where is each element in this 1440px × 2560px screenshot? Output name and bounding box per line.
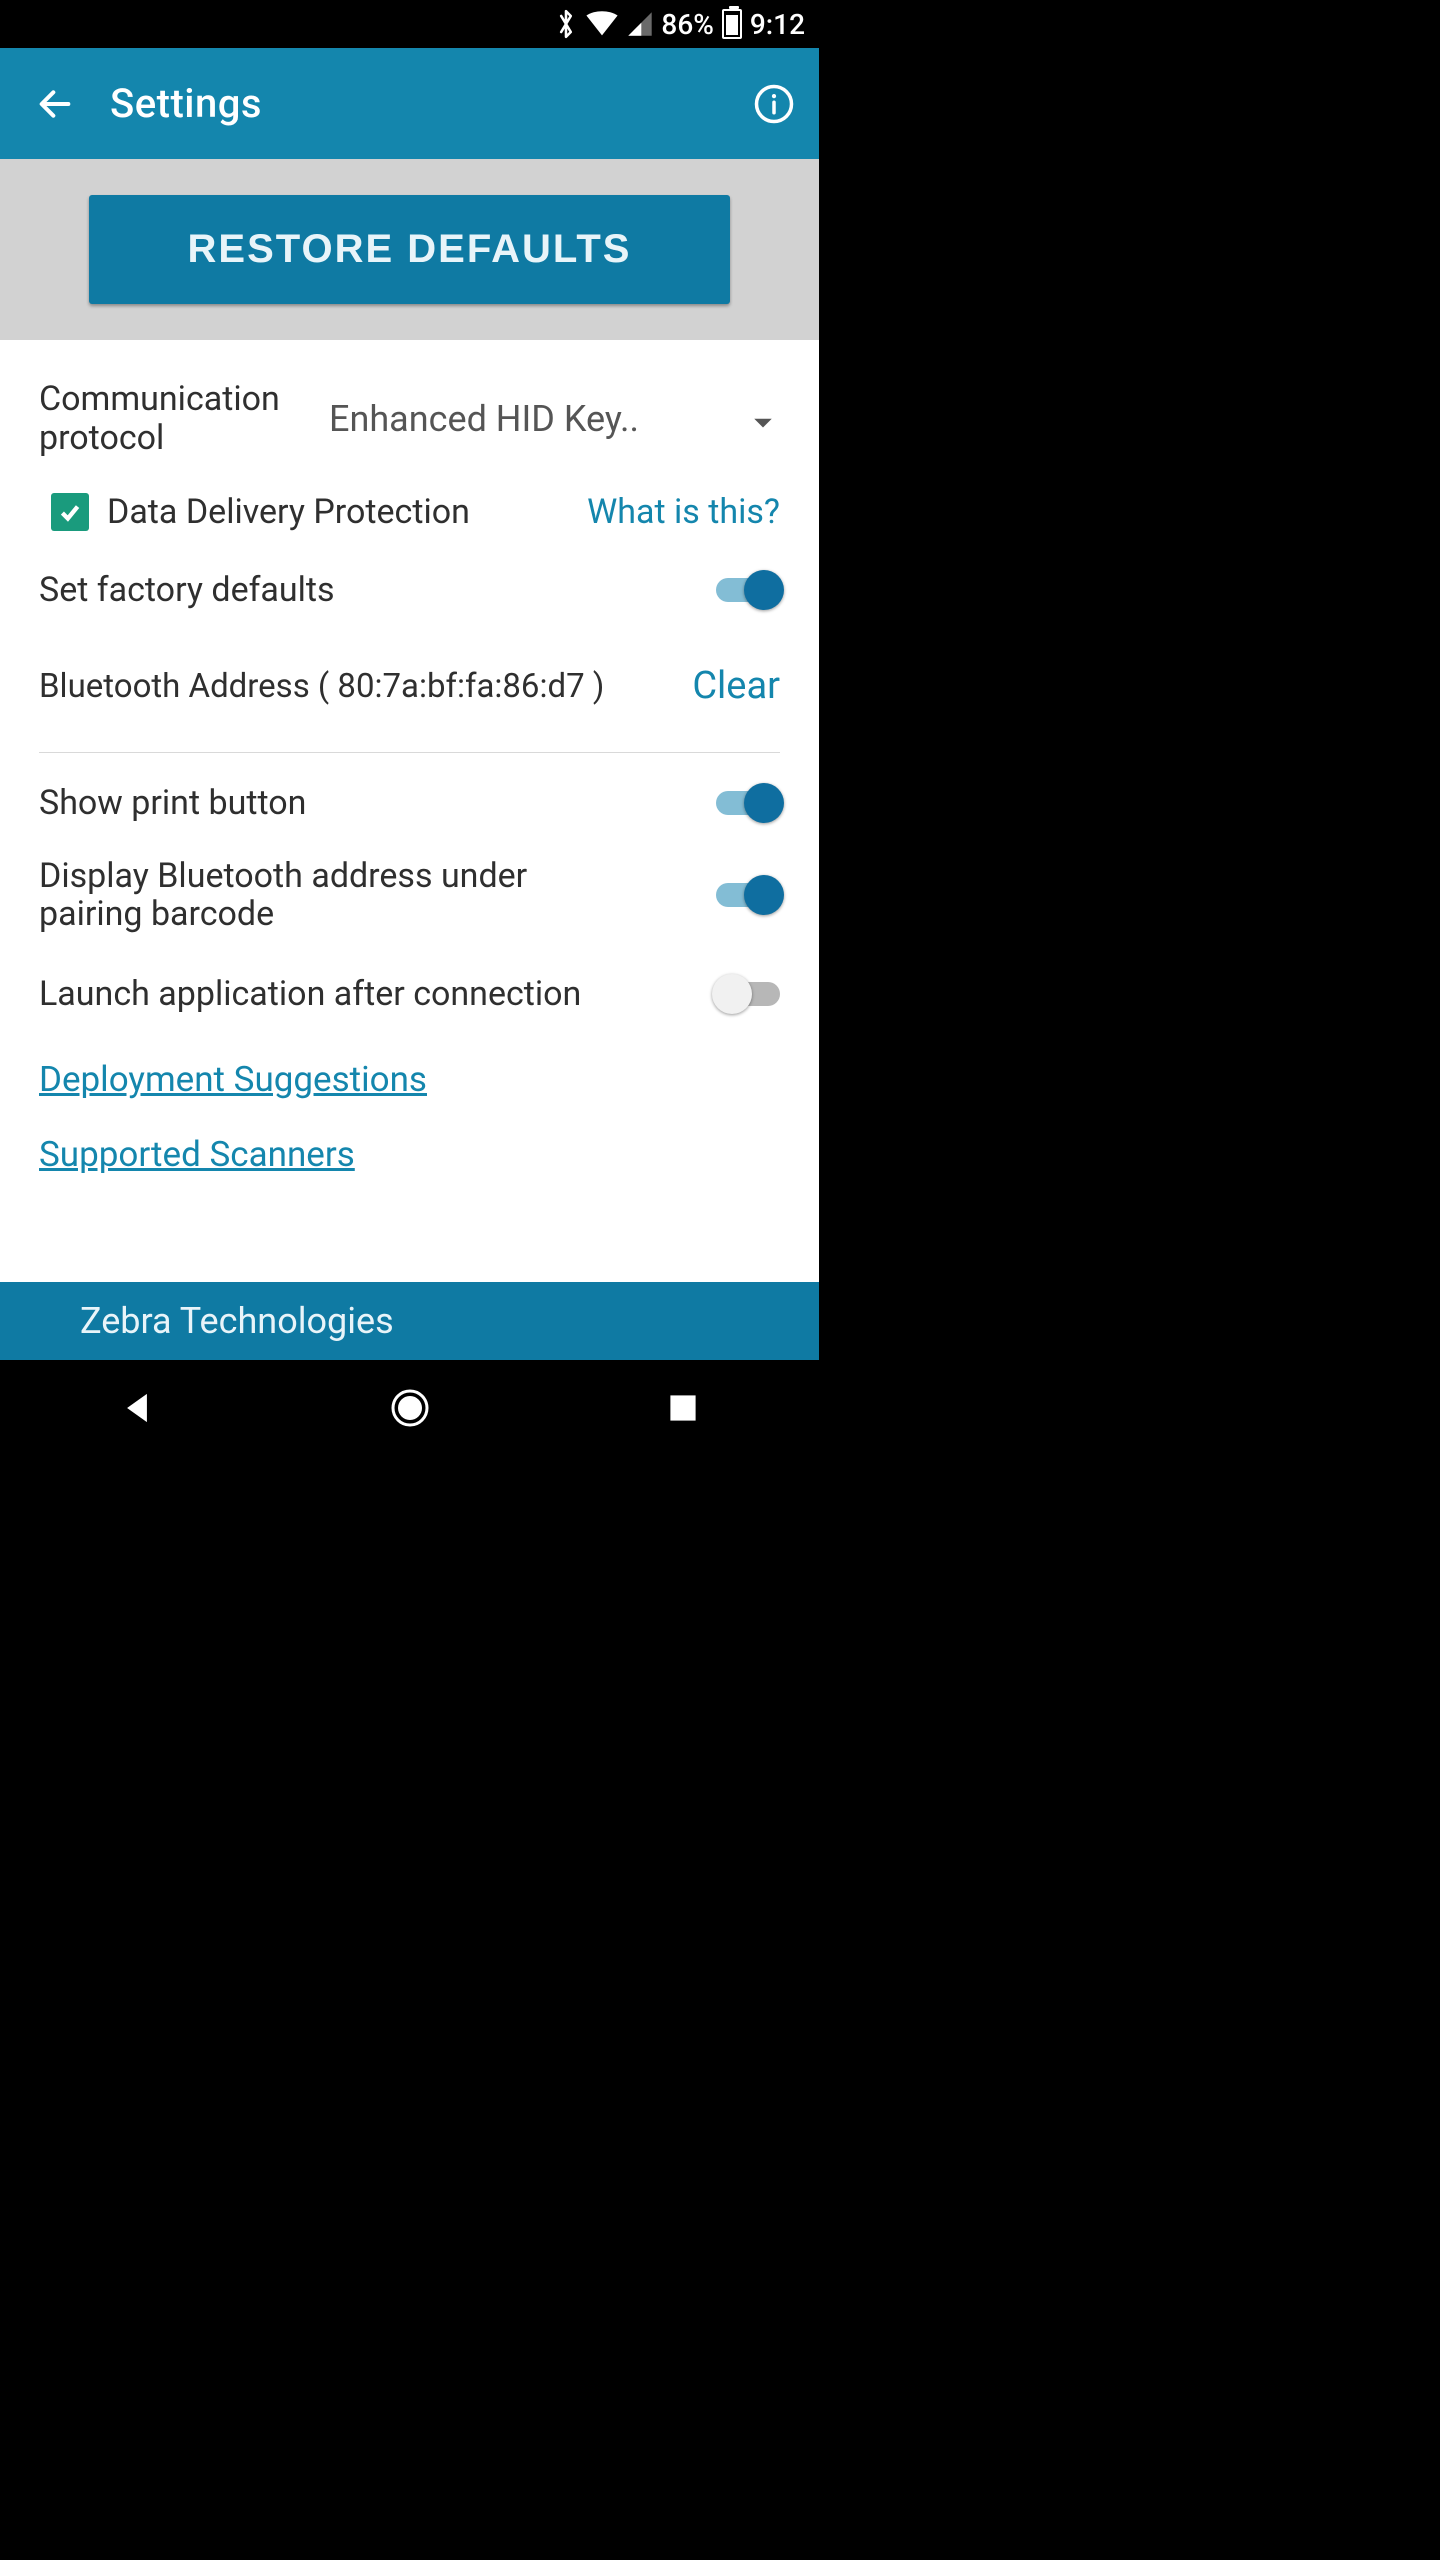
brand-name: Zebra Technologies [80, 1300, 394, 1342]
navigation-bar [0, 1360, 819, 1456]
display-bt-label: Display Bluetooth address under pairing … [39, 857, 599, 933]
info-button[interactable] [729, 83, 819, 125]
communication-protocol-value: Enhanced HID Key.. [329, 398, 639, 440]
data-delivery-label: Data Delivery Protection [107, 492, 470, 532]
show-print-toggle[interactable] [716, 791, 780, 815]
data-delivery-checkbox[interactable] [51, 493, 89, 531]
what-is-this-link[interactable]: What is this? [587, 492, 780, 532]
bluetooth-address-row: Bluetooth Address ( 80:7a:bf:fa:86:d7 ) … [39, 634, 780, 738]
show-print-row: Show print button [39, 759, 780, 847]
launch-app-toggle[interactable] [716, 982, 780, 1006]
data-delivery-row: Data Delivery Protection What is this? [39, 478, 780, 546]
communication-protocol-row: Communication protocol Enhanced HID Key.… [39, 340, 780, 478]
cellular-icon [627, 11, 653, 37]
page-title: Settings [110, 80, 729, 127]
battery-icon [722, 9, 742, 39]
wifi-icon [585, 11, 619, 37]
battery-percent: 86% [661, 8, 713, 41]
bluetooth-address-label: Bluetooth Address ( 80:7a:bf:fa:86:d7 ) [39, 667, 692, 706]
deployment-row: Deployment Suggestions [39, 1037, 780, 1122]
scanners-row: Supported Scanners [39, 1122, 780, 1197]
supported-scanners-link[interactable]: Supported Scanners [39, 1134, 355, 1175]
divider [39, 752, 780, 753]
nav-home-button[interactable] [385, 1383, 435, 1433]
back-button[interactable] [0, 84, 110, 124]
launch-app-label: Launch application after connection [39, 975, 581, 1013]
launch-app-row: Launch application after connection [39, 957, 780, 1037]
communication-protocol-dropdown[interactable]: Enhanced HID Key.. [329, 398, 780, 440]
restore-area: RESTORE DEFAULTS [0, 159, 819, 340]
communication-protocol-label: Communication protocol [39, 380, 329, 458]
factory-defaults-row: Set factory defaults [39, 546, 780, 634]
nav-back-button[interactable] [112, 1383, 162, 1433]
show-print-label: Show print button [39, 783, 716, 823]
clock: 9:12 [750, 8, 805, 41]
bluetooth-clear-link[interactable]: Clear [692, 664, 780, 708]
status-bar: 86% 9:12 [0, 0, 819, 48]
display-bt-toggle[interactable] [716, 883, 780, 907]
bluetooth-icon [555, 8, 577, 40]
factory-defaults-toggle[interactable] [716, 578, 780, 602]
settings-content: Communication protocol Enhanced HID Key.… [0, 340, 819, 1282]
restore-defaults-button[interactable]: RESTORE DEFAULTS [89, 195, 730, 304]
app-bar: Settings [0, 48, 819, 159]
display-bt-row: Display Bluetooth address under pairing … [39, 847, 780, 957]
brand-bar: Zebra Technologies [0, 1282, 819, 1360]
nav-recent-button[interactable] [658, 1383, 708, 1433]
chevron-down-icon [752, 398, 774, 440]
factory-defaults-label: Set factory defaults [39, 570, 716, 610]
deployment-suggestions-link[interactable]: Deployment Suggestions [39, 1059, 427, 1100]
